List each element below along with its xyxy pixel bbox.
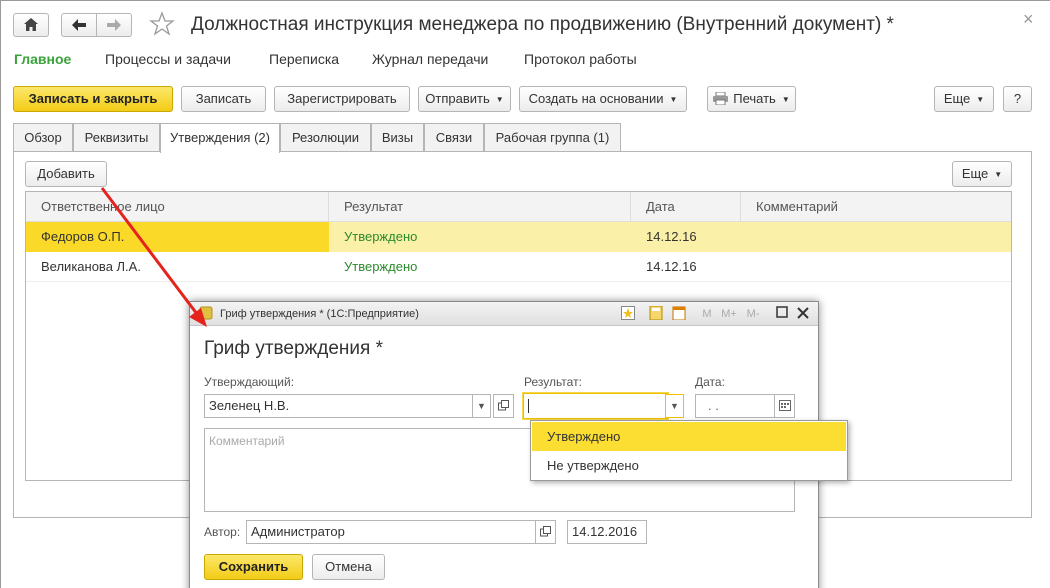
annotation-arrow bbox=[100, 187, 207, 327]
main-window: Должностная инструкция менеджера по прод… bbox=[0, 0, 1050, 588]
